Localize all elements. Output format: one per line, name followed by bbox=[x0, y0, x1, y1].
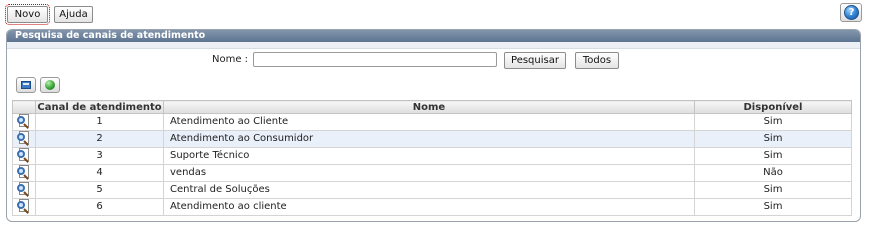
disponivel-cell: Não bbox=[694, 164, 852, 182]
nome-cell: Atendimento ao Consumidor bbox=[163, 130, 695, 148]
row-action-cell[interactable] bbox=[12, 147, 36, 165]
nome-cell: Atendimento ao cliente bbox=[163, 198, 695, 216]
magnifier-icon[interactable] bbox=[17, 148, 31, 163]
canal-cell: 6 bbox=[35, 198, 164, 216]
card-tool-button[interactable] bbox=[16, 77, 36, 93]
novo-button[interactable]: Novo bbox=[5, 4, 50, 25]
help-globe-icon: ? bbox=[844, 5, 859, 20]
row-action-cell[interactable] bbox=[12, 181, 36, 199]
table-row[interactable]: 4 vendas Não bbox=[12, 164, 852, 182]
canal-cell: 2 bbox=[35, 130, 164, 148]
canal-cell: 4 bbox=[35, 164, 164, 182]
green-ball-icon bbox=[45, 80, 55, 90]
column-header-disponivel[interactable]: Disponível bbox=[694, 100, 852, 114]
magnifier-icon[interactable] bbox=[17, 182, 31, 197]
panel-subheader bbox=[7, 42, 860, 49]
table-row[interactable]: 2 Atendimento ao Consumidor Sim bbox=[12, 130, 852, 148]
canal-cell: 3 bbox=[35, 147, 164, 165]
pesquisar-button[interactable]: Pesquisar bbox=[504, 52, 566, 69]
card-icon bbox=[21, 81, 31, 89]
help-button[interactable]: ? bbox=[840, 3, 862, 22]
column-header-icon bbox=[12, 100, 36, 114]
column-header-canal[interactable]: Canal de atendimento bbox=[35, 100, 164, 114]
table-row[interactable]: 6 Atendimento ao cliente Sim bbox=[12, 198, 852, 216]
row-action-cell[interactable] bbox=[12, 130, 36, 148]
magnifier-icon[interactable] bbox=[17, 114, 31, 129]
magnifier-icon[interactable] bbox=[17, 199, 31, 214]
table-header-row: Canal de atendimento Nome Disponível bbox=[12, 100, 852, 114]
nome-cell: vendas bbox=[163, 164, 695, 182]
nome-cell: Central de Soluções bbox=[163, 181, 695, 199]
disponivel-cell: Sim bbox=[694, 198, 852, 216]
magnifier-icon[interactable] bbox=[17, 165, 31, 180]
table-row[interactable]: 3 Suporte Técnico Sim bbox=[12, 147, 852, 165]
channels-table: Canal de atendimento Nome Disponível 1 A… bbox=[12, 100, 852, 216]
disponivel-cell: Sim bbox=[694, 181, 852, 199]
panel-title: Pesquisa de canais de atendimento bbox=[7, 30, 860, 42]
row-action-cell[interactable] bbox=[12, 164, 36, 182]
nome-label: Nome : bbox=[212, 54, 249, 65]
disponivel-cell: Sim bbox=[694, 130, 852, 148]
column-header-nome[interactable]: Nome bbox=[163, 100, 695, 114]
canal-cell: 5 bbox=[35, 181, 164, 199]
canal-cell: 1 bbox=[35, 113, 164, 131]
table-row[interactable]: 5 Central de Soluções Sim bbox=[12, 181, 852, 199]
nome-search-input[interactable] bbox=[253, 52, 497, 67]
row-action-cell[interactable] bbox=[12, 113, 36, 131]
green-ball-tool-button[interactable] bbox=[40, 77, 60, 93]
disponivel-cell: Sim bbox=[694, 113, 852, 131]
ajuda-button[interactable]: Ajuda bbox=[54, 6, 93, 23]
todos-button[interactable]: Todos bbox=[575, 52, 619, 69]
disponivel-cell: Sim bbox=[694, 147, 852, 165]
nome-cell: Atendimento ao Cliente bbox=[163, 113, 695, 131]
search-panel: Pesquisa de canais de atendimento Nome :… bbox=[6, 29, 861, 222]
table-row[interactable]: 1 Atendimento ao Cliente Sim bbox=[12, 113, 852, 131]
magnifier-icon[interactable] bbox=[17, 131, 31, 146]
nome-cell: Suporte Técnico bbox=[163, 147, 695, 165]
row-action-cell[interactable] bbox=[12, 198, 36, 216]
